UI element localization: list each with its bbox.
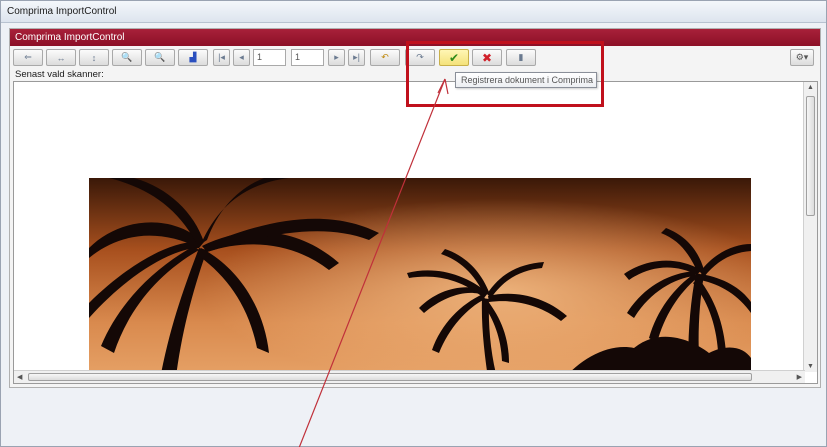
- zoom-out-icon: 🔍: [154, 52, 166, 62]
- scroll-up-icon: ▲: [807, 84, 814, 91]
- scanner-label: Senast vald skanner:: [15, 69, 104, 80]
- palm-sunset-picture: [89, 178, 751, 383]
- next-page-icon: ▸: [334, 52, 339, 62]
- scroll-left-icon: ◀: [17, 374, 23, 381]
- fit-width-button[interactable]: ↔: [46, 49, 76, 66]
- zoom-in-button[interactable]: 🔍: [112, 49, 142, 66]
- settings-icon: ⚙▾: [795, 52, 809, 62]
- fit-height-icon: ↕: [91, 52, 97, 63]
- settings-button[interactable]: ⚙▾: [790, 49, 814, 66]
- scroll-down-icon: ▼: [807, 363, 814, 370]
- rotate-left-icon: ↶: [381, 52, 389, 62]
- first-page-icon: |◂: [218, 52, 225, 62]
- window-title: Comprima ImportControl: [1, 1, 826, 23]
- app-window: Comprima ImportControl Comprima ImportCo…: [0, 0, 827, 447]
- first-page-button[interactable]: |◂: [213, 49, 230, 66]
- vertical-scrollbar[interactable]: ▲ ▼: [803, 82, 817, 372]
- arrow-left-icon: ⇐: [24, 52, 32, 62]
- current-page-input[interactable]: 1: [253, 49, 286, 66]
- horizontal-scrollbar[interactable]: ◀ ▶: [14, 370, 805, 383]
- last-page-icon: ▸|: [353, 52, 360, 62]
- previous-page-button[interactable]: ◂: [233, 49, 250, 66]
- rotate-left-button[interactable]: ↶: [370, 49, 400, 66]
- zoom-out-button[interactable]: 🔍: [145, 49, 175, 66]
- document-viewer[interactable]: ▲ ▼ ◀ ▶: [13, 81, 818, 384]
- scroll-right-icon: ▶: [796, 374, 802, 381]
- annotation-highlight-box: [406, 41, 604, 107]
- scanner-icon: ▟: [189, 52, 197, 62]
- next-page-button[interactable]: ▸: [328, 49, 345, 66]
- last-page-button[interactable]: ▸|: [348, 49, 365, 66]
- previous-page-icon: ◂: [239, 52, 244, 62]
- zoom-in-icon: 🔍: [121, 52, 133, 62]
- vertical-scroll-thumb[interactable]: [806, 96, 815, 216]
- fit-width-icon: ↔: [56, 52, 66, 63]
- total-pages-field: 1: [291, 49, 324, 66]
- scanned-image: [89, 178, 751, 383]
- horizontal-scroll-thumb[interactable]: [28, 373, 752, 381]
- scan-button[interactable]: ▟: [178, 49, 208, 66]
- fit-height-button[interactable]: ↕: [79, 49, 109, 66]
- fit-page-button[interactable]: ⇐: [13, 49, 43, 66]
